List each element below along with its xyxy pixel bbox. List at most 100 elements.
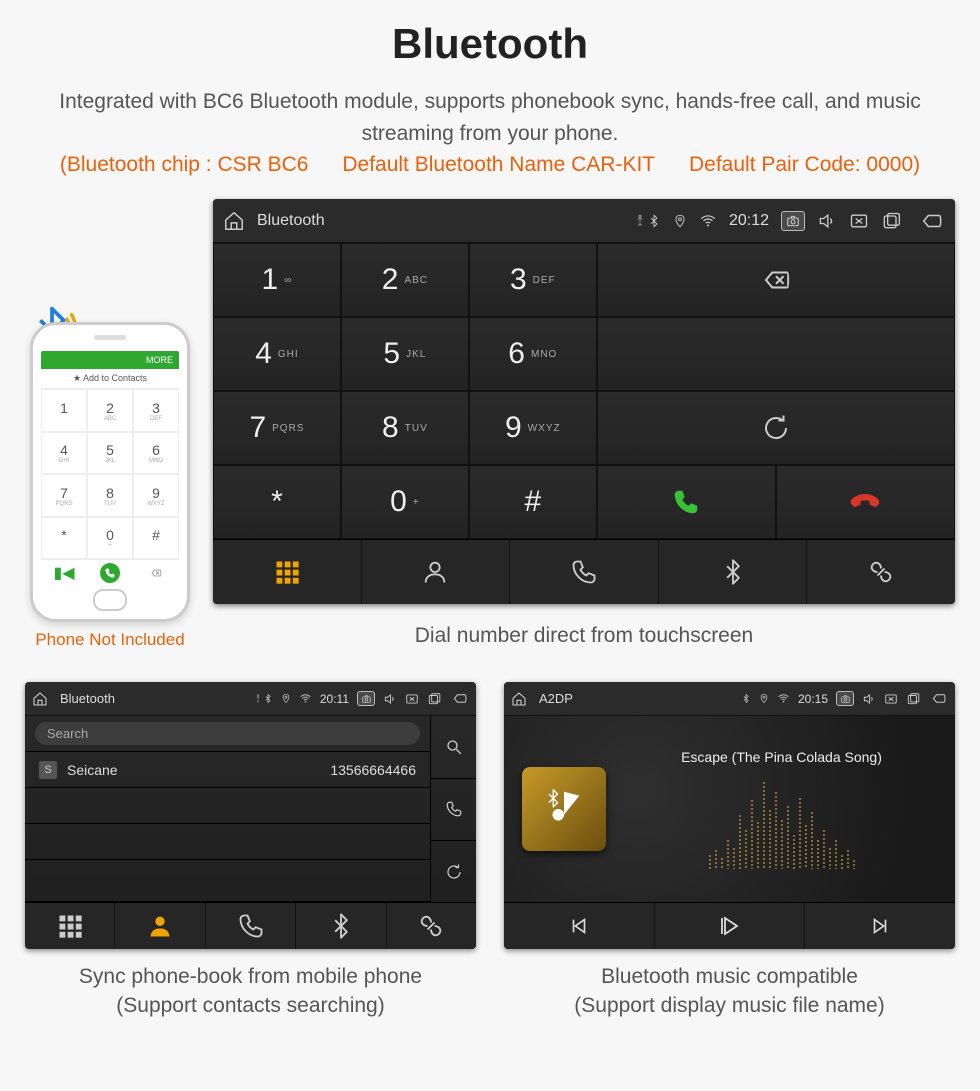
contacts-search-row: Search <box>25 716 430 752</box>
empty-cell <box>597 317 955 391</box>
backspace-button[interactable] <box>597 243 955 317</box>
tab-bluetooth[interactable] <box>659 540 808 604</box>
close-app-icon[interactable] <box>849 211 869 231</box>
volume-icon[interactable] <box>862 692 876 706</box>
phone-mock-key-9: 9WXYZ <box>133 474 179 517</box>
dial-key-6[interactable]: 6MNO <box>469 317 597 391</box>
tab-recent-calls[interactable] <box>206 903 296 949</box>
status-time: 20:12 <box>729 212 769 230</box>
song-title: Escape (The Pina Colada Song) <box>626 749 937 765</box>
bluetooth-status-icon <box>647 212 661 230</box>
phone-mock-key-8: 8TUV <box>87 474 133 517</box>
dialer-head-unit: Bluetooth 20:12 1∞2ABC3DEF 4GHI5JKL6MNO 7P… <box>213 199 955 604</box>
tab-contacts[interactable] <box>362 540 511 604</box>
contacts-side-actions <box>430 716 476 902</box>
home-icon[interactable] <box>511 691 527 707</box>
recent-apps-icon[interactable] <box>881 211 901 231</box>
dialer-tab-bar <box>213 539 955 604</box>
hangup-button[interactable] <box>776 465 955 539</box>
side-search-button[interactable] <box>431 716 476 778</box>
search-input[interactable]: Search <box>35 722 420 745</box>
dial-key-0[interactable]: 0+ <box>341 465 469 539</box>
tab-pair[interactable] <box>387 903 476 949</box>
location-icon <box>759 692 769 705</box>
contact-number: 13566664466 <box>330 762 416 778</box>
home-icon[interactable] <box>223 210 245 232</box>
contact-row-empty <box>25 824 430 860</box>
dial-key-1[interactable]: 1∞ <box>213 243 341 317</box>
bluetooth-status-icon <box>263 692 273 705</box>
back-icon[interactable] <box>919 210 945 232</box>
dial-key-8[interactable]: 8TUV <box>341 391 469 465</box>
tab-contacts[interactable] <box>115 903 205 949</box>
music-body: Escape (The Pina Colada Song) <box>504 716 955 902</box>
call-button[interactable] <box>597 465 776 539</box>
dialer-keypad: 1∞2ABC3DEF 4GHI5JKL6MNO 7PQRS8TUV9WXYZ *0+# <box>213 243 955 539</box>
side-call-button[interactable] <box>431 779 476 841</box>
dialer-status-bar: Bluetooth 20:12 <box>213 199 955 243</box>
phone-mock-key-*: * <box>41 517 87 560</box>
tab-keypad[interactable] <box>213 540 362 604</box>
dial-key-#[interactable]: # <box>469 465 597 539</box>
phone-mock-subtitle: ★ Add to Contacts <box>41 369 179 389</box>
dial-key-2[interactable]: 2ABC <box>341 243 469 317</box>
phone-mock-key-4: 4GHI <box>41 432 87 475</box>
location-icon <box>281 692 291 705</box>
usb-icon <box>633 213 647 229</box>
contact-row-empty <box>25 788 430 824</box>
contacts-status-bar: Bluetooth 20:11 <box>25 682 476 716</box>
volume-icon[interactable] <box>383 692 397 706</box>
phone-mock-video-icon: ▮◀ <box>41 559 87 585</box>
refresh-button[interactable] <box>597 391 955 465</box>
phone-mock-key-#: # <box>133 517 179 560</box>
smartphone-mock: MORE ★ Add to Contacts 1 2ABC3DEF4GHI5JK… <box>30 322 190 622</box>
close-app-icon[interactable] <box>884 692 898 706</box>
spec-chip: (Bluetooth chip : CSR BC6 <box>60 153 309 176</box>
dial-key-4[interactable]: 4GHI <box>213 317 341 391</box>
dial-key-*[interactable]: * <box>213 465 341 539</box>
bluetooth-status-icon <box>741 692 751 705</box>
back-icon[interactable] <box>930 691 948 706</box>
phone-mock-key-6: 6MNO <box>133 432 179 475</box>
prev-track-button[interactable] <box>504 903 655 949</box>
dial-key-9[interactable]: 9WXYZ <box>469 391 597 465</box>
contacts-head-unit: Bluetooth 20:11 Search S <box>25 682 476 949</box>
back-icon[interactable] <box>451 691 469 706</box>
phone-mock-key-3: 3DEF <box>133 389 179 432</box>
screenshot-button[interactable] <box>836 691 854 706</box>
dial-key-5[interactable]: 5JKL <box>341 317 469 391</box>
contact-row[interactable]: S Seicane 13566664466 <box>25 752 430 788</box>
phone-mock-keypad: 1 2ABC3DEF4GHI5JKL6MNO7PQRS8TUV9WXYZ* 0+… <box>41 389 179 559</box>
phone-mock-key-7: 7PQRS <box>41 474 87 517</box>
screenshot-button[interactable] <box>357 691 375 706</box>
phone-mock-key-2: 2ABC <box>87 389 133 432</box>
recent-apps-icon[interactable] <box>427 692 441 706</box>
phone-mock-key-0: 0+ <box>87 517 133 560</box>
usb-icon <box>253 693 263 705</box>
play-pause-button[interactable] <box>655 903 806 949</box>
spec-line: (Bluetooth chip : CSR BC6 Default Blueto… <box>25 153 955 177</box>
tab-keypad[interactable] <box>25 903 115 949</box>
next-track-button[interactable] <box>805 903 955 949</box>
location-icon <box>673 212 687 230</box>
spec-code: Default Pair Code: 0000) <box>689 153 920 176</box>
equalizer-visual <box>626 779 937 869</box>
side-refresh-button[interactable] <box>431 841 476 902</box>
phone-not-included-label: Phone Not Included <box>25 630 195 650</box>
phone-mock-bottom: ▮◀ <box>41 559 179 585</box>
contact-row-empty <box>25 860 430 902</box>
dial-key-7[interactable]: 7PQRS <box>213 391 341 465</box>
tab-bluetooth[interactable] <box>296 903 386 949</box>
status-time: 20:15 <box>798 692 828 706</box>
close-app-icon[interactable] <box>405 692 419 706</box>
screenshot-button[interactable] <box>781 211 805 231</box>
home-icon[interactable] <box>32 691 48 707</box>
phone-mock-header: MORE <box>41 351 179 369</box>
recent-apps-icon[interactable] <box>906 692 920 706</box>
tab-pair[interactable] <box>807 540 955 604</box>
dial-key-3[interactable]: 3DEF <box>469 243 597 317</box>
tab-recent-calls[interactable] <box>510 540 659 604</box>
volume-icon[interactable] <box>817 211 837 231</box>
page-description: Integrated with BC6 Bluetooth module, su… <box>55 86 925 149</box>
album-art-icon <box>522 767 606 851</box>
